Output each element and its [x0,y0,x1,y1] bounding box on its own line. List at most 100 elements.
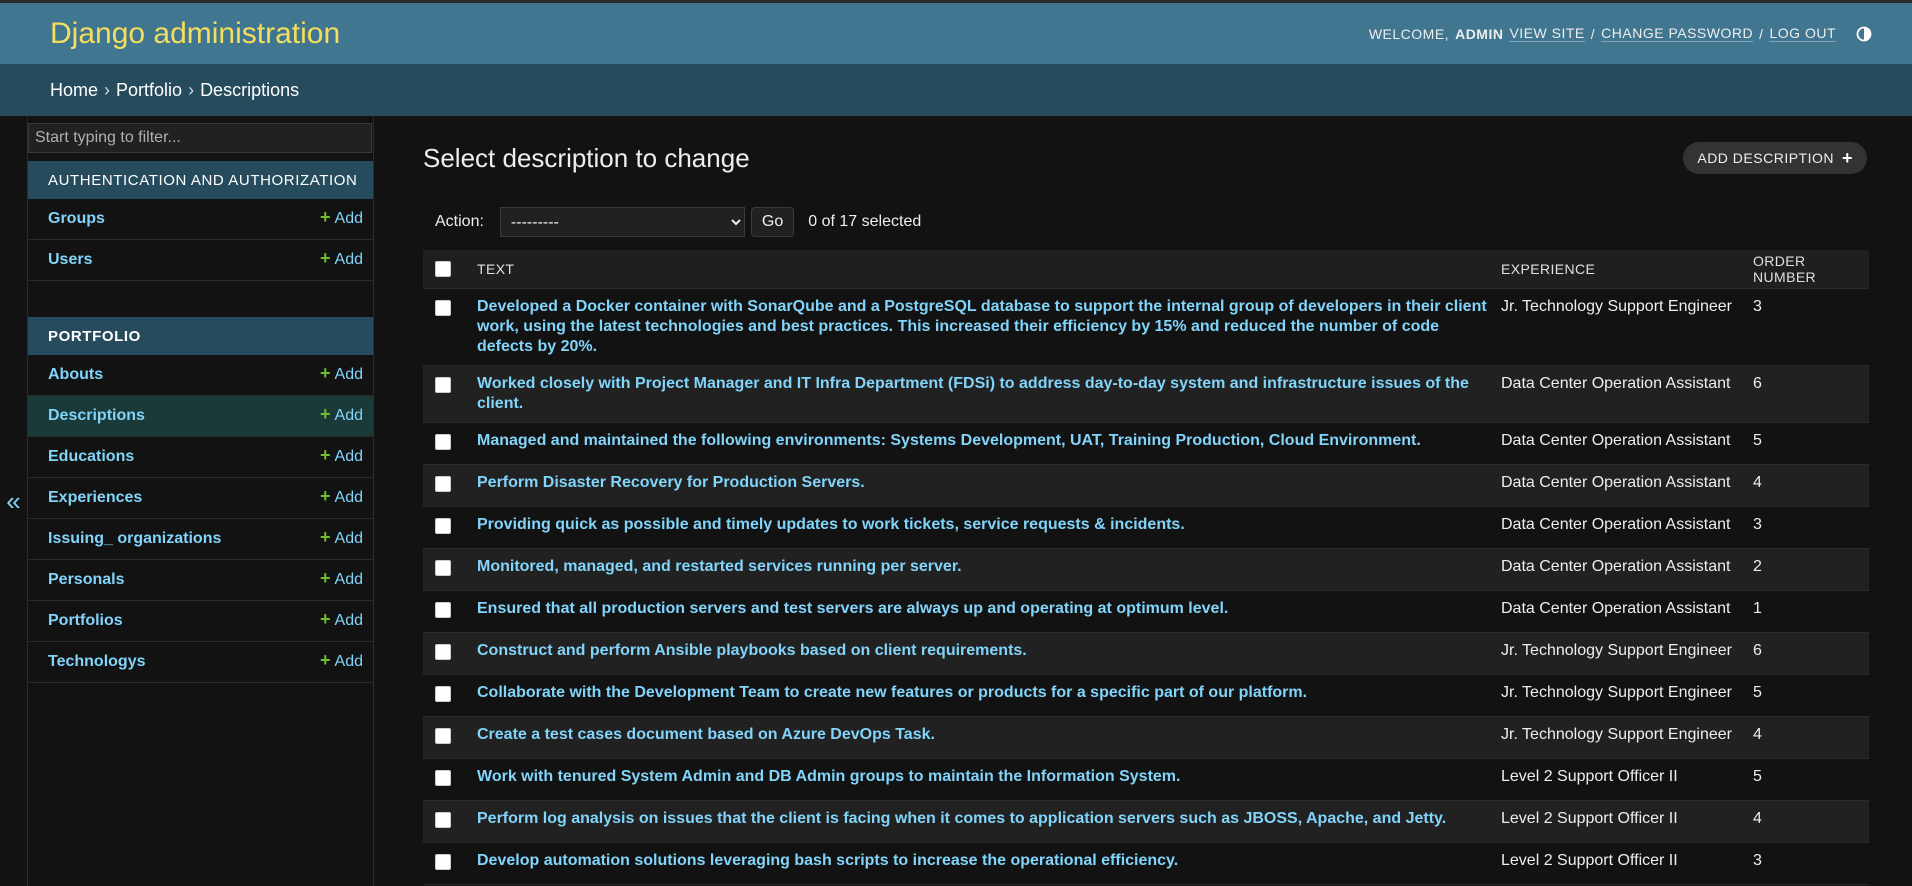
experience-cell: Jr. Technology Support Engineer [1495,716,1747,759]
add-label: Add [334,407,363,424]
column-header-order-number[interactable]: ORDER NUMBER [1747,250,1869,289]
experience-cell: Jr. Technology Support Engineer [1495,288,1747,366]
breadcrumb-home[interactable]: Home [50,80,98,101]
table-row: Perform Disaster Recovery for Production… [423,464,1869,507]
user-tools: WELCOME, ADMIN VIEW SITE / CHANGE PASSWO… [1369,25,1872,42]
row-checkbox[interactable] [435,434,451,450]
sidebar-item-users: Users + Add [28,240,373,281]
row-checkbox[interactable] [435,812,451,828]
results-table: TEXT EXPERIENCE ORDER NUMBER Developed a… [423,250,1869,885]
add-users-link[interactable]: + Add [320,249,363,269]
text-cell: Monitored, managed, and restarted servic… [471,548,1495,591]
row-checkbox[interactable] [435,560,451,576]
app-header-auth[interactable]: AUTHENTICATION AND AUTHORIZATION [28,161,373,199]
sidebar-item-groups: Groups + Add [28,199,373,240]
row-checkbox[interactable] [435,686,451,702]
row-checkbox[interactable] [435,300,451,316]
sidebar-link-descriptions[interactable]: Descriptions [48,407,145,425]
description-link[interactable]: Create a test cases document based on Az… [477,726,935,743]
description-link[interactable]: Develop automation solutions leveraging … [477,852,1178,869]
text-cell: Worked closely with Project Manager and … [471,365,1495,423]
row-checkbox[interactable] [435,476,451,492]
table-row: Create a test cases document based on Az… [423,716,1869,759]
plus-icon: + [320,363,331,383]
plus-icon: + [320,609,331,629]
add-label: Add [334,448,363,465]
row-checkbox[interactable] [435,770,451,786]
add-descriptions-link[interactable]: + Add [320,405,363,425]
breadcrumb-portfolio[interactable]: Portfolio [116,80,182,101]
description-link[interactable]: Worked closely with Project Manager and … [477,375,1469,412]
add-description-label: ADD DESCRIPTION [1697,150,1834,166]
theme-toggle-icon[interactable] [1856,26,1872,42]
add-personals-link[interactable]: + Add [320,568,363,589]
sidebar-item-educations: Educations + Add [28,437,373,478]
breadcrumb-separator: › [104,79,111,100]
column-header-text[interactable]: TEXT [471,250,1495,289]
app-auth: AUTHENTICATION AND AUTHORIZATION Groups … [28,161,373,281]
header: Django administration WELCOME, ADMIN VIE… [0,0,1912,64]
sidebar-link-users[interactable]: Users [48,251,92,269]
order-number-cell: 2 [1747,548,1869,591]
order-number-cell: 4 [1747,716,1869,759]
sidebar-link-personals[interactable]: Personals [48,571,124,589]
row-checkbox[interactable] [435,728,451,744]
experience-cell: Jr. Technology Support Engineer [1495,632,1747,675]
sidebar-link-issuing-organizations[interactable]: Issuing_ organizations [48,530,221,548]
experience-cell: Data Center Operation Assistant [1495,506,1747,549]
sidebar-collapse-button[interactable]: « [0,116,28,886]
sidebar-filter-input[interactable] [28,123,372,153]
action-select[interactable]: --------- [499,207,745,237]
add-abouts-link[interactable]: + Add [320,363,363,384]
sidebar-link-portfolios[interactable]: Portfolios [48,612,123,630]
view-site-link[interactable]: VIEW SITE [1509,25,1585,42]
description-link[interactable]: Developed a Docker container with SonarQ… [477,298,1487,355]
description-link[interactable]: Work with tenured System Admin and DB Ad… [477,768,1180,785]
description-link[interactable]: Perform Disaster Recovery for Production… [477,474,865,491]
sidebar-link-educations[interactable]: Educations [48,448,134,466]
plus-icon: + [1841,147,1853,168]
description-link[interactable]: Perform log analysis on issues that the … [477,810,1446,827]
sidebar-link-abouts[interactable]: Abouts [48,366,103,384]
row-checkbox[interactable] [435,377,451,393]
row-checkbox-cell [423,506,471,549]
sidebar-link-experiences[interactable]: Experiences [48,489,142,507]
order-number-cell: 3 [1747,288,1869,366]
add-portfolios-link[interactable]: + Add [320,609,363,630]
log-out-link[interactable]: LOG OUT [1769,25,1836,42]
row-checkbox[interactable] [435,644,451,660]
add-label: Add [334,251,363,268]
sidebar-link-groups[interactable]: Groups [48,210,105,228]
description-link[interactable]: Providing quick as possible and timely u… [477,516,1185,533]
table-row: Developed a Docker container with SonarQ… [423,288,1869,366]
add-educations-link[interactable]: + Add [320,446,363,466]
site-title[interactable]: Django administration [50,17,340,51]
plus-icon: + [320,568,331,588]
description-link[interactable]: Construct and perform Ansible playbooks … [477,642,1027,659]
row-checkbox[interactable] [435,602,451,618]
description-link[interactable]: Monitored, managed, and restarted servic… [477,558,962,575]
sidebar-link-technologys[interactable]: Technologys [48,653,146,671]
row-checkbox-cell [423,842,471,885]
table-row: Ensured that all production servers and … [423,590,1869,633]
table-row: Worked closely with Project Manager and … [423,365,1869,423]
row-checkbox-cell [423,674,471,717]
add-groups-link[interactable]: + Add [320,208,363,228]
row-checkbox-cell [423,632,471,675]
go-button[interactable]: Go [750,207,795,237]
add-technologys-link[interactable]: + Add [320,651,363,671]
add-label: Add [334,489,363,506]
add-description-button[interactable]: ADD DESCRIPTION + [1683,142,1867,174]
description-link[interactable]: Managed and maintained the following env… [477,432,1421,449]
app-header-portfolio[interactable]: PORTFOLIO [28,317,373,355]
add-experiences-link[interactable]: + Add [320,487,363,507]
change-password-link[interactable]: CHANGE PASSWORD [1601,25,1754,42]
column-header-experience[interactable]: EXPERIENCE [1495,250,1747,289]
row-checkbox[interactable] [435,518,451,534]
description-link[interactable]: Collaborate with the Development Team to… [477,684,1307,701]
add-issuing-organizations-link[interactable]: + Add [320,528,363,548]
row-checkbox[interactable] [435,854,451,870]
description-link[interactable]: Ensured that all production servers and … [477,600,1228,617]
select-all-checkbox[interactable] [435,261,451,277]
row-checkbox-cell [423,288,471,366]
